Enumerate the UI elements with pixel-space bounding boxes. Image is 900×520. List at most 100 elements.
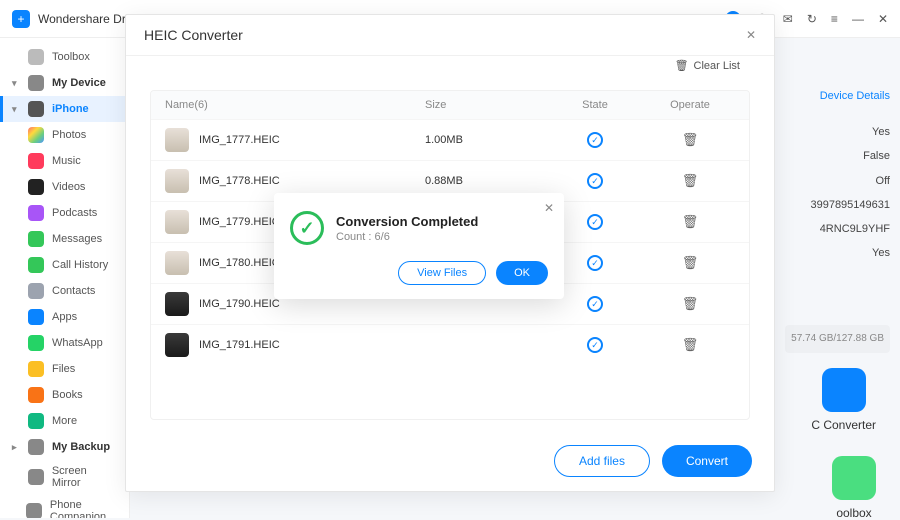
more-icon	[28, 413, 44, 429]
file-size: 1.00MB	[425, 134, 545, 146]
mail-icon[interactable]: ✉	[783, 12, 793, 26]
call-icon	[28, 257, 44, 273]
device-details-link[interactable]: Device Details	[770, 84, 890, 108]
popup-count: Count : 6/6	[336, 231, 478, 243]
delete-row-icon[interactable]: 🗑	[682, 132, 699, 147]
sidebar-item-label: Apps	[52, 311, 77, 323]
detail-value: Yes	[770, 241, 890, 265]
apps-icon	[28, 309, 44, 325]
sidebar-item-label: Contacts	[52, 285, 95, 297]
tool-label: C Converter	[811, 418, 876, 432]
state-ok-icon: ✓	[587, 337, 603, 353]
companion-icon	[26, 503, 42, 518]
delete-row-icon[interactable]: 🗑	[682, 173, 699, 188]
sidebar-item-label: Screen Mirror	[52, 465, 117, 489]
add-files-button[interactable]: Add files	[554, 445, 650, 477]
sidebar-item-my-backup[interactable]: ▸ My Backup	[0, 434, 129, 460]
table-row: IMG_1791.HEIC ✓ 🗑	[151, 324, 749, 365]
history-icon[interactable]: ↻	[807, 12, 817, 26]
sidebar-item-iphone[interactable]: ▾ iPhone	[0, 96, 129, 122]
sidebar-item-call-history[interactable]: Call History	[0, 252, 129, 278]
sidebar-item-apps[interactable]: Apps	[0, 304, 129, 330]
convert-button[interactable]: Convert	[662, 445, 752, 477]
detail-value: Off	[770, 169, 890, 193]
sidebar-item-contacts[interactable]: Contacts	[0, 278, 129, 304]
sidebar-item-screen-mirror[interactable]: Screen Mirror	[0, 460, 129, 494]
sidebar-item-label: More	[52, 415, 77, 427]
state-ok-icon: ✓	[587, 173, 603, 189]
videos-icon	[28, 179, 44, 195]
sidebar-item-podcasts[interactable]: Podcasts	[0, 200, 129, 226]
file-size: 0.88MB	[425, 175, 545, 187]
clear-list-label: Clear List	[694, 60, 740, 72]
delete-row-icon[interactable]: 🗑	[682, 296, 699, 311]
sidebar-item-label: iPhone	[52, 103, 89, 115]
delete-row-icon[interactable]: 🗑	[682, 337, 699, 352]
tool-card-converter[interactable]: C Converter	[811, 368, 876, 432]
heic-converter-modal: HEIC Converter ✕ 🗑 Clear List Name(6) Siz…	[125, 14, 775, 492]
sidebar-item-videos[interactable]: Videos	[0, 174, 129, 200]
sidebar-item-my-device[interactable]: ▾My Device	[0, 70, 129, 96]
sidebar-item-toolbox[interactable]: Toolbox	[0, 44, 129, 70]
clear-list-button[interactable]: 🗑 Clear List	[675, 59, 740, 72]
sidebar-item-label: Files	[52, 363, 75, 375]
delete-row-icon[interactable]: 🗑	[682, 255, 699, 270]
detail-value: Yes	[770, 120, 890, 144]
file-thumb-icon	[165, 128, 189, 152]
delete-row-icon[interactable]: 🗑	[682, 214, 699, 229]
contacts-icon	[28, 283, 44, 299]
sidebar-item-label: My Backup	[52, 441, 110, 453]
sidebar-item-label: Books	[52, 389, 83, 401]
state-ok-icon: ✓	[587, 132, 603, 148]
sidebar-item-phone-companion[interactable]: Phone Companion	[0, 494, 129, 518]
minimize-icon[interactable]: —	[852, 12, 864, 26]
table-row: IMG_1777.HEIC1.00MB✓🗑	[151, 119, 749, 160]
sidebar-item-label: Phone Companion	[50, 499, 117, 518]
trash-icon: 🗑	[675, 59, 689, 72]
messages-icon	[28, 231, 44, 247]
close-icon[interactable]: ✕	[878, 12, 888, 26]
view-files-button[interactable]: View Files	[398, 261, 486, 285]
phone-icon	[28, 101, 44, 117]
file-name: IMG_1790.HEIC	[199, 298, 280, 310]
detail-value: 3997895149631	[770, 193, 890, 217]
menu-icon[interactable]: ≡	[831, 12, 838, 26]
sidebar-item-photos[interactable]: Photos	[0, 122, 129, 148]
popup-close-icon[interactable]: ✕	[544, 201, 554, 215]
file-thumb-icon	[165, 292, 189, 316]
device-icon	[28, 75, 44, 91]
tool-card-toolbox[interactable]: oolbox	[832, 456, 876, 520]
sidebar-item-label: Call History	[52, 259, 108, 271]
toolbox-tool-icon	[832, 456, 876, 500]
sidebar-item-files[interactable]: Files	[0, 356, 129, 382]
sidebar-item-whatsapp[interactable]: WhatsApp	[0, 330, 129, 356]
col-size: Size	[425, 99, 545, 111]
ok-button[interactable]: OK	[496, 261, 548, 285]
state-ok-icon: ✓	[587, 255, 603, 271]
col-state: State	[545, 99, 645, 111]
modal-close-icon[interactable]: ✕	[746, 28, 756, 42]
detail-value: 4RNC9L9YHF	[770, 217, 890, 241]
files-icon	[28, 361, 44, 377]
chevron-down-icon: ▾	[12, 104, 20, 115]
sidebar-item-books[interactable]: Books	[0, 382, 129, 408]
chevron-right-icon: ▸	[12, 442, 20, 453]
toolbox-icon	[28, 49, 44, 65]
sidebar-item-music[interactable]: Music	[0, 148, 129, 174]
success-check-icon: ✓	[290, 211, 324, 245]
file-name: IMG_1791.HEIC	[199, 339, 280, 351]
detail-value: False	[770, 144, 890, 168]
sidebar-item-more[interactable]: More	[0, 408, 129, 434]
file-name: IMG_1778.HEIC	[199, 175, 280, 187]
col-name: Name(6)	[165, 99, 425, 111]
conversion-complete-popup: ✕ ✓ Conversion Completed Count : 6/6 Vie…	[274, 193, 564, 299]
sidebar-item-messages[interactable]: Messages	[0, 226, 129, 252]
sidebar-item-label: Toolbox	[52, 51, 90, 63]
file-thumb-icon	[165, 333, 189, 357]
sidebar-item-label: Videos	[52, 181, 85, 193]
file-name: IMG_1779.HEIC	[199, 216, 280, 228]
state-ok-icon: ✓	[587, 296, 603, 312]
chevron-down-icon: ▾	[12, 78, 20, 89]
file-thumb-icon	[165, 210, 189, 234]
modal-title: HEIC Converter	[144, 27, 243, 43]
